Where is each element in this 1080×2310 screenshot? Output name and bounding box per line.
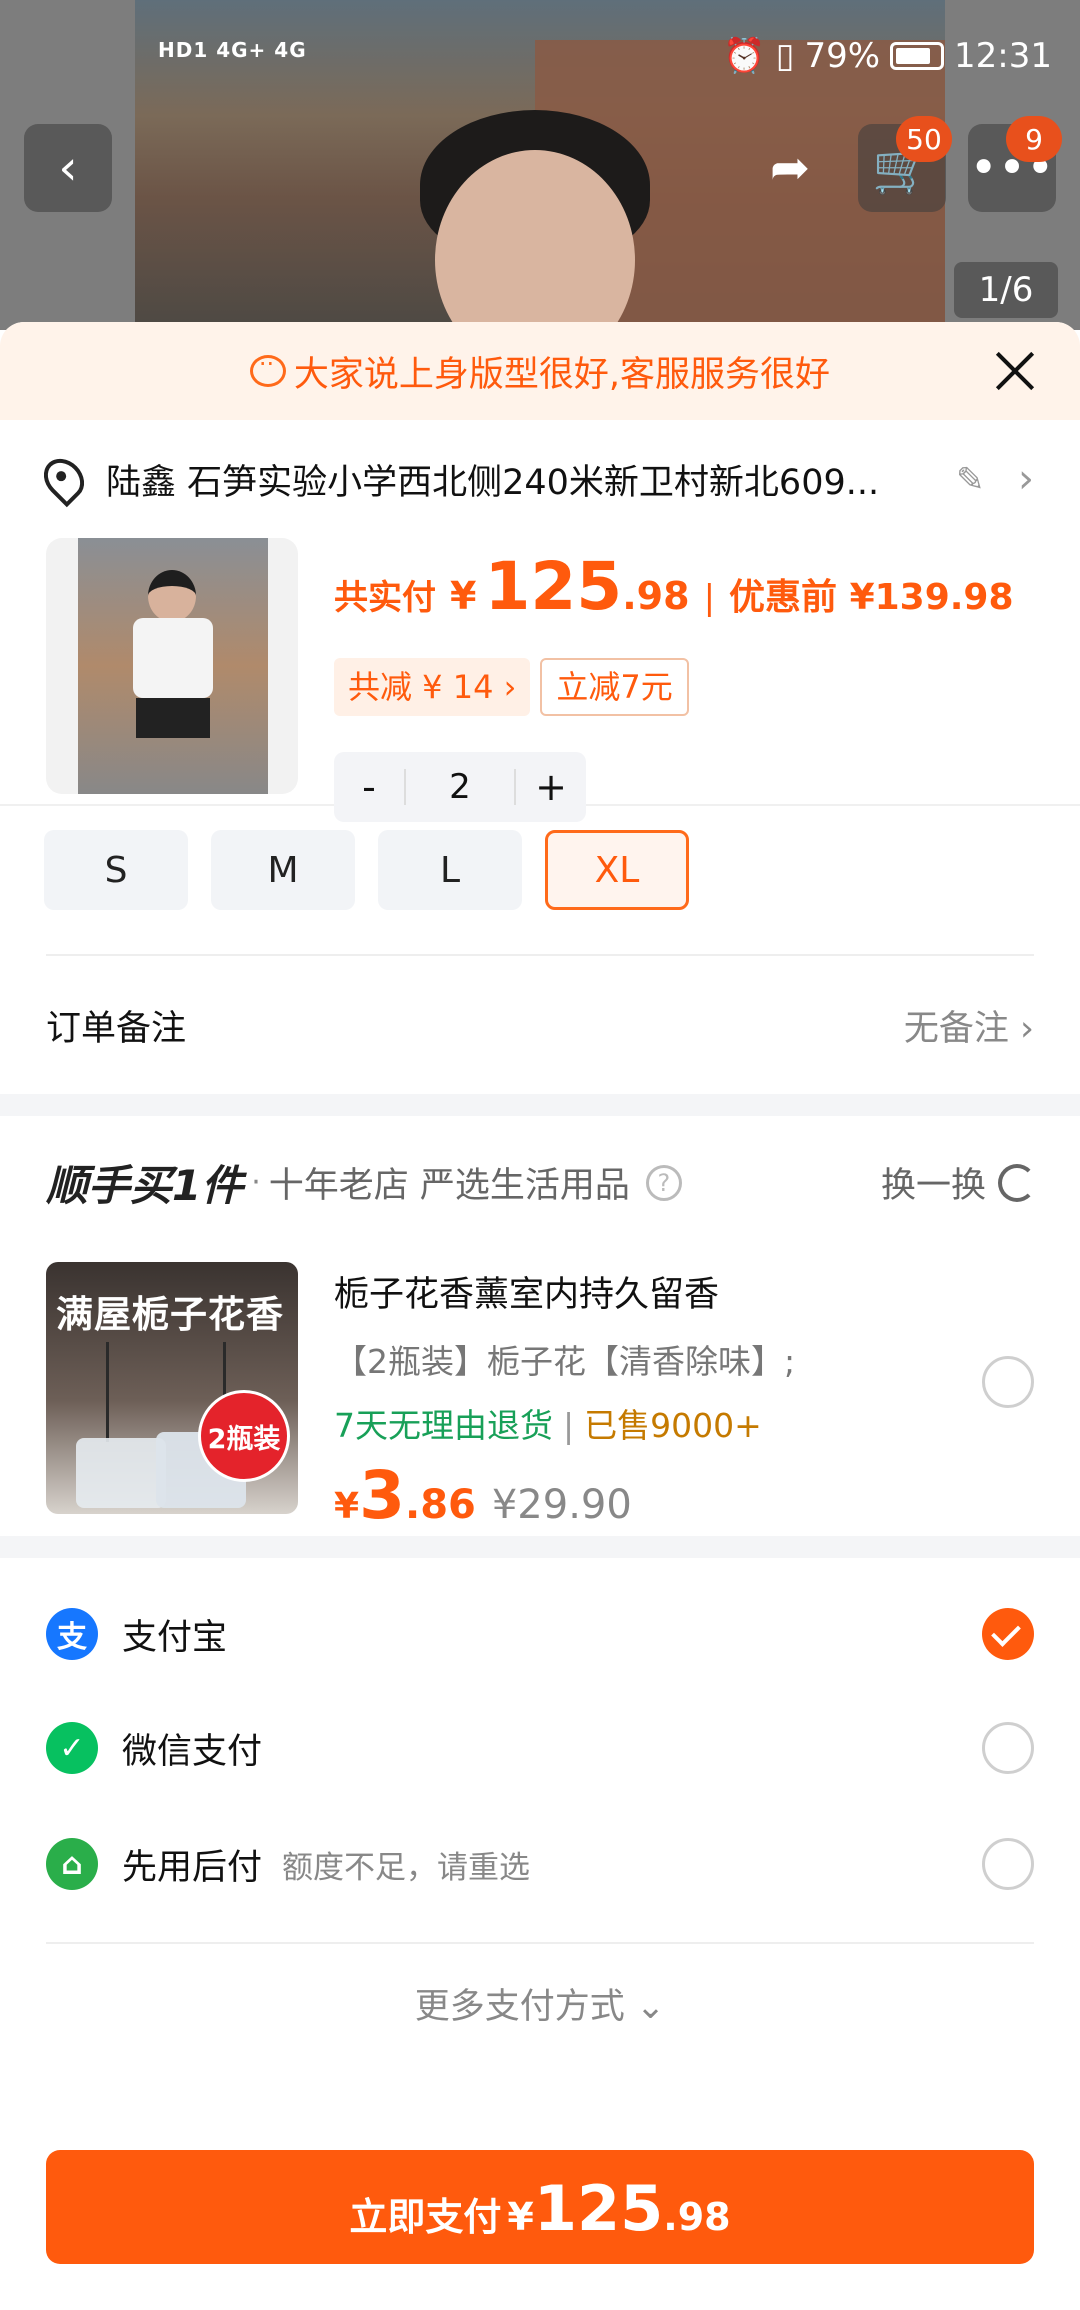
payment-methods: 支 支付宝 ✓ 微信支付 ⌂ 先用后付 额度不足，请重选 更多支付方式 ⌄: [0, 1558, 1080, 2027]
payment-radio-pay-later[interactable]: [982, 1838, 1034, 1890]
checkout-sheet: 大家说上身版型很好,客服服务很好 陆鑫 石笋实验小学西北侧240米新卫村新北60…: [0, 322, 1080, 2310]
divider: [46, 1942, 1034, 1944]
pay-later-icon: ⌂: [46, 1838, 98, 1890]
size-option-l[interactable]: L: [378, 830, 522, 910]
review-banner: 大家说上身版型很好,客服服务很好: [0, 322, 1080, 420]
pay-now-decimal: .98: [663, 2195, 731, 2239]
add-on-header: 顺手买1件 · 十年老店 严选生活用品 ? 换一换: [46, 1152, 1036, 1213]
section-gap: [0, 1094, 1080, 1116]
payment-radio-alipay[interactable]: [982, 1608, 1034, 1660]
swap-button[interactable]: 换一换: [881, 1157, 1036, 1208]
refresh-icon: [998, 1163, 1036, 1202]
pay-now-currency: ¥: [507, 2195, 534, 2239]
banner-text: 大家说上身版型很好,客服服务很好: [293, 354, 831, 395]
address-text: 陆鑫 石笋实验小学西北侧240米新卫村新北609...: [106, 462, 880, 503]
cart-button[interactable]: 🛒 50: [858, 116, 952, 212]
section-gap: [0, 1536, 1080, 1558]
vibrate-icon: ▯: [775, 36, 795, 76]
edit-icon[interactable]: ✎: [956, 460, 994, 500]
add-on-price-integer: 3: [359, 1457, 405, 1534]
battery-icon: [890, 42, 945, 70]
payment-label: 支付宝: [122, 1617, 228, 1658]
coupon-total-button[interactable]: 共减 ¥ 14 ›: [334, 658, 531, 716]
product-summary: 共实付 ¥ 125 .98 | 优惠前 ¥139.98 共减 ¥ 14 › 立减…: [0, 538, 1080, 822]
payment-option-alipay[interactable]: 支 支付宝: [46, 1594, 1036, 1674]
chevron-right-icon: ›: [1020, 1008, 1034, 1049]
size-selector: S M L XL: [0, 806, 1080, 954]
price-label: 共实付: [334, 578, 436, 618]
payment-radio-wechat[interactable]: [982, 1722, 1034, 1774]
payment-note: 额度不足，请重选: [282, 1849, 531, 1886]
decrease-button[interactable]: -: [334, 765, 404, 809]
size-option-s[interactable]: S: [44, 830, 188, 910]
chat-bubble-icon: [249, 350, 286, 387]
payment-option-pay-later[interactable]: ⌂ 先用后付 额度不足，请重选: [46, 1824, 1036, 1904]
location-pin-icon: [35, 450, 93, 508]
clock: 12:31: [954, 36, 1052, 76]
more-payment-methods[interactable]: 更多支付方式 ⌄: [0, 1978, 1080, 2029]
chevron-left-icon: ‹: [58, 140, 78, 196]
original-price: 优惠前 ¥139.98: [729, 577, 1014, 618]
add-on-info[interactable]: 栀子花香薰室内持久留香 【2瓶装】栀子花【清香除味】; 7天无理由退货 | 已售90…: [334, 1266, 974, 1534]
help-icon[interactable]: ?: [645, 1164, 682, 1201]
add-on-dot: ·: [251, 1165, 261, 1200]
pay-now-integer: 125: [533, 2172, 664, 2245]
status-bar: HD1 4G+ 4G ⏰ ▯ 79% 12:31: [0, 30, 1080, 90]
price-separator: |: [703, 578, 716, 618]
order-remark-row[interactable]: 订单备注 无备注 ›: [46, 954, 1034, 1094]
product-thumbnail[interactable]: [46, 538, 298, 794]
sold-count: 已售9000+: [584, 1406, 762, 1445]
pay-now-button[interactable]: 立即支付 ¥ 125 .98: [46, 2150, 1034, 2264]
size-option-xl[interactable]: XL: [545, 830, 689, 910]
price-integer: 125: [484, 548, 623, 625]
share-button[interactable]: ➦: [746, 124, 834, 212]
order-remark-value: 无备注: [903, 1008, 1009, 1049]
coupon-instant-badge: 立减7元: [540, 658, 689, 716]
close-icon[interactable]: [990, 346, 1040, 396]
alarm-icon: ⏰: [723, 36, 766, 76]
add-on-logo: 顺手买1件: [46, 1161, 244, 1210]
more-badge: 9: [1006, 116, 1062, 162]
battery-percent: 79%: [804, 36, 881, 76]
alipay-icon: 支: [46, 1608, 98, 1660]
add-on-desc: 【2瓶装】栀子花【清香除味】;: [334, 1342, 796, 1381]
add-on-radio[interactable]: [982, 1356, 1034, 1408]
increase-button[interactable]: +: [516, 765, 586, 809]
coupon-list: 共减 ¥ 14 › 立减7元: [334, 658, 689, 716]
currency-symbol: ¥: [450, 574, 477, 618]
cart-badge: 50: [896, 116, 952, 162]
swap-label: 换一换: [880, 1166, 986, 1206]
more-button[interactable]: ••• 9: [968, 116, 1062, 212]
wechat-pay-icon: ✓: [46, 1722, 98, 1774]
chevron-right-icon: ›: [1018, 456, 1034, 502]
add-on-title: 栀子花香薰室内持久留香: [334, 1275, 720, 1315]
add-on-currency: ¥: [334, 1486, 360, 1527]
size-option-m[interactable]: M: [211, 830, 355, 910]
price-decimal: .98: [622, 574, 690, 618]
payment-option-wechat[interactable]: ✓ 微信支付: [46, 1708, 1036, 1788]
address-row[interactable]: 陆鑫 石笋实验小学西北侧240米新卫村新北609... ✎ ›: [0, 420, 1080, 538]
quantity-value[interactable]: 2: [404, 769, 516, 805]
back-button[interactable]: ‹: [24, 124, 112, 212]
pay-now-label: 立即支付: [349, 2195, 502, 2239]
signal-indicators: HD1 4G+ 4G: [158, 38, 307, 62]
add-on-price-decimal: .86: [405, 1482, 476, 1528]
add-on-old-price: ¥29.90: [491, 1482, 632, 1528]
price-line: 共实付 ¥ 125 .98 | 优惠前 ¥139.98: [334, 548, 1014, 625]
image-pager: 1/6: [954, 262, 1058, 318]
add-on-thumbnail[interactable]: 满屋栀子花香 2瓶装: [46, 1262, 298, 1514]
add-on-section: 顺手买1件 · 十年老店 严选生活用品 ? 换一换 满屋栀子花香 2瓶装 栀子花…: [0, 1116, 1080, 1536]
order-remark-label: 订单备注: [46, 1008, 187, 1049]
add-on-subtitle: 十年老店 严选生活用品: [268, 1166, 630, 1206]
payment-label: 微信支付: [122, 1731, 263, 1772]
share-icon: ➦: [769, 140, 811, 196]
payment-label: 先用后付: [122, 1847, 263, 1888]
return-policy: 7天无理由退货: [334, 1406, 553, 1445]
thumb-tag: 2瓶装: [198, 1390, 290, 1482]
info-separator: |: [563, 1406, 575, 1445]
thumb-title: 满屋栀子花香: [56, 1293, 284, 1336]
